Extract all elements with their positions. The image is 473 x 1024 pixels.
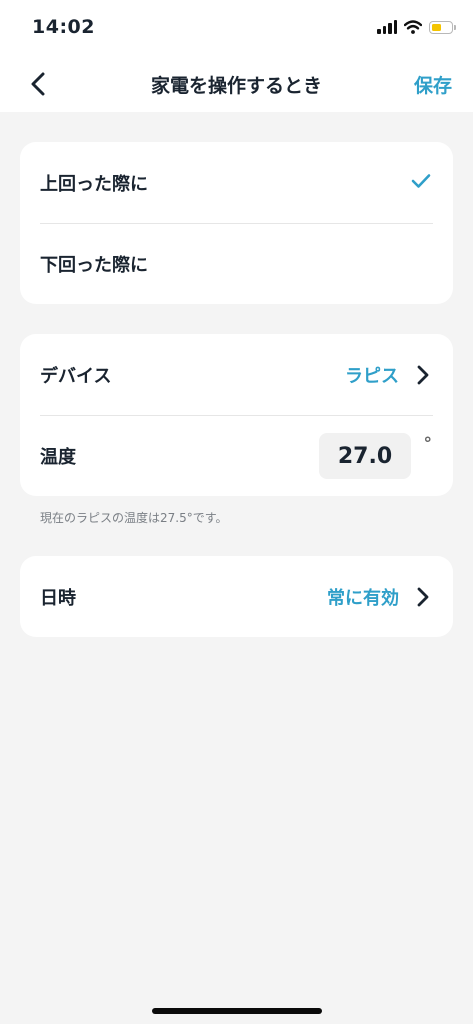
chevron-right-icon xyxy=(417,587,429,607)
battery-icon xyxy=(429,20,456,34)
degree-unit: ° xyxy=(423,434,433,454)
datetime-row[interactable]: 日時 常に有効 xyxy=(20,556,453,637)
save-button[interactable]: 保存 xyxy=(414,71,452,98)
temperature-row: 温度 27.0 ° xyxy=(20,415,453,496)
wifi-icon xyxy=(404,20,422,34)
status-icons xyxy=(377,20,456,34)
home-indicator[interactable] xyxy=(152,1008,322,1014)
page-title: 家電を操作するとき xyxy=(150,75,322,97)
condition-card: 上回った際に 下回った際に xyxy=(20,142,453,304)
datetime-card: 日時 常に有効 xyxy=(20,556,453,637)
temperature-label: 温度 xyxy=(40,447,76,468)
device-label: デバイス xyxy=(40,366,112,387)
navigation-bar: 家電を操作するとき 保存 xyxy=(0,56,473,112)
device-value: ラピス xyxy=(345,366,399,387)
current-temperature-note: 現在のラピスの温度は27.5°です。 xyxy=(40,511,228,525)
device-row[interactable]: デバイス ラピス xyxy=(20,334,453,415)
battery-fill xyxy=(432,23,442,31)
condition-option-label: 下回った際に xyxy=(40,255,148,276)
status-bar: 14:02 xyxy=(0,0,473,56)
chevron-right-icon xyxy=(417,365,429,385)
checkmark-icon xyxy=(411,174,431,188)
datetime-value: 常に有効 xyxy=(327,588,399,609)
condition-option-below[interactable]: 下回った際に xyxy=(20,223,453,304)
condition-option-above[interactable]: 上回った際に xyxy=(20,142,453,223)
status-time: 14:02 xyxy=(32,16,95,38)
device-card: デバイス ラピス 温度 27.0 ° xyxy=(20,334,453,496)
cellular-signal-icon xyxy=(377,20,397,34)
temperature-input[interactable]: 27.0 xyxy=(319,433,411,479)
datetime-label: 日時 xyxy=(40,588,76,609)
condition-option-label: 上回った際に xyxy=(40,174,148,195)
